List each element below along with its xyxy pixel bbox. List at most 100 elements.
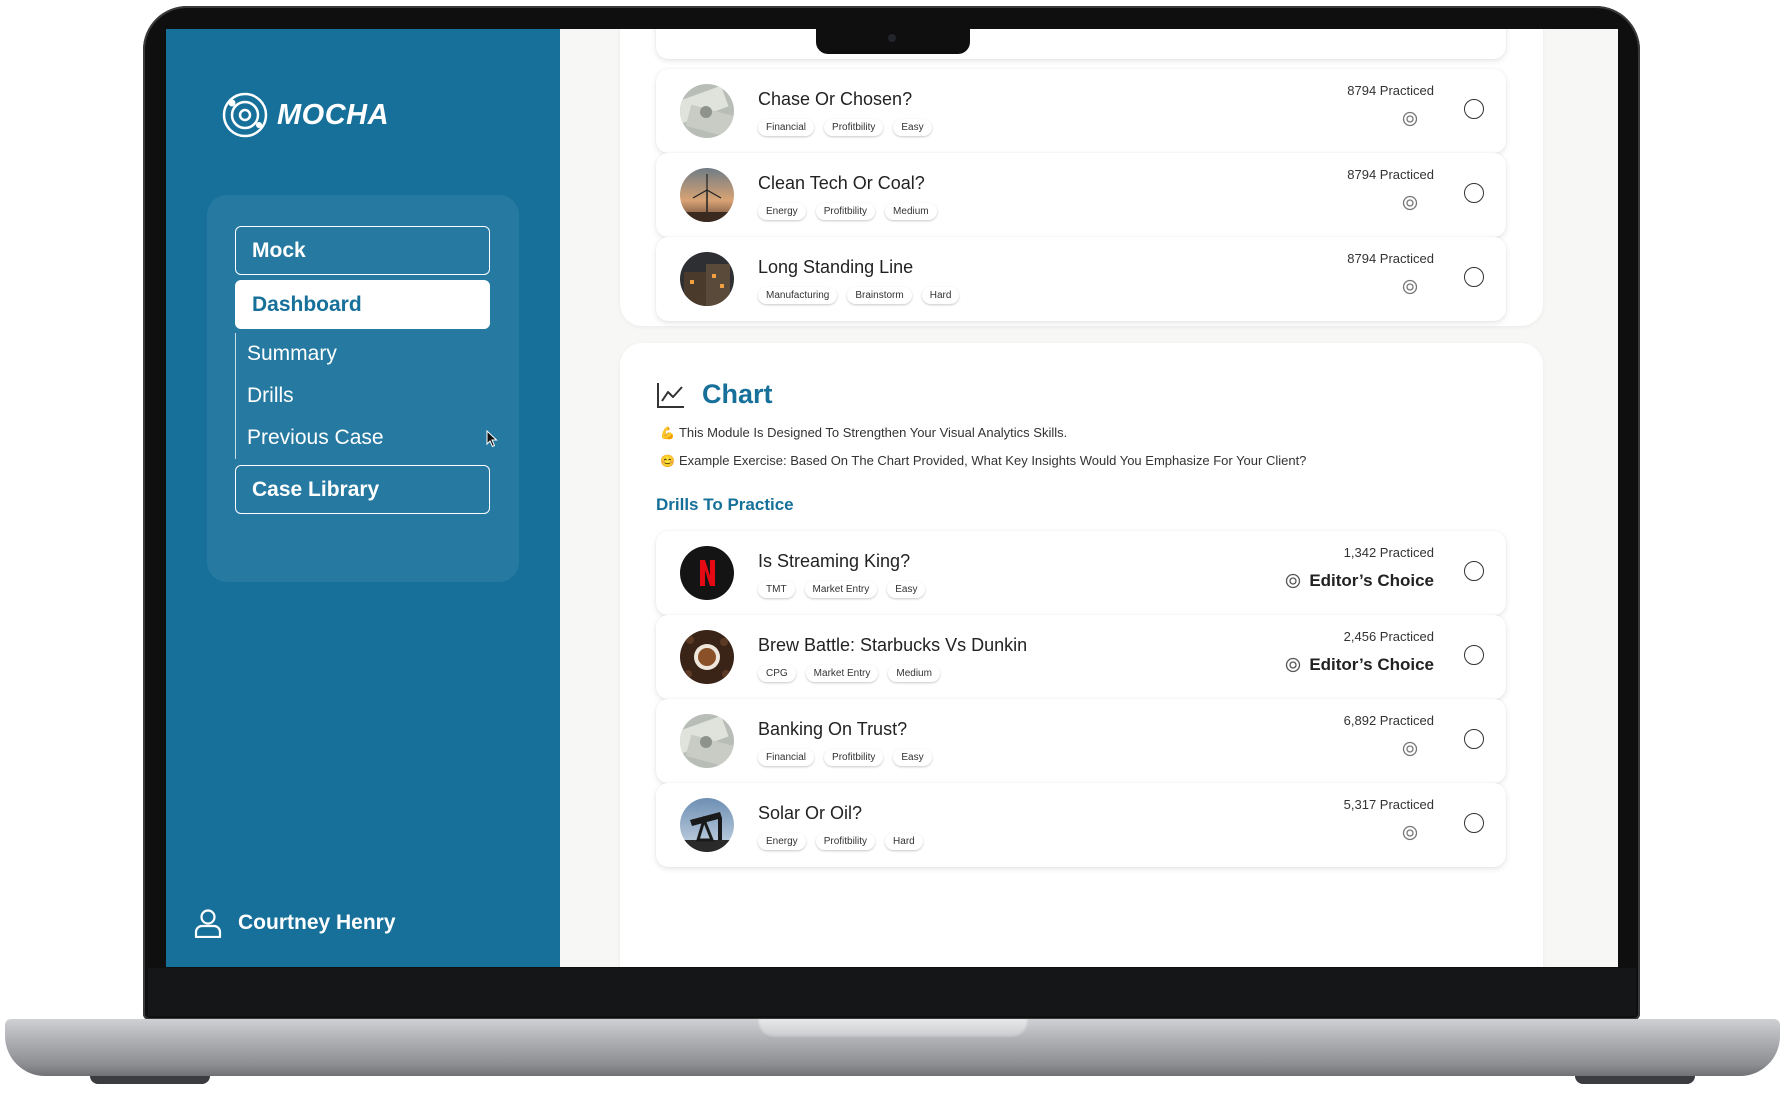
nav-case-library-button[interactable]: Case Library <box>235 465 490 514</box>
chart-section-panel: Chart 💪 This Module Is Designed To Stren… <box>620 343 1543 967</box>
drill-title[interactable]: Is Streaming King? <box>758 551 910 572</box>
badge-icon <box>1402 825 1418 841</box>
user-icon <box>194 909 222 938</box>
drill-tag: TMT <box>758 581 795 598</box>
complete-radio[interactable] <box>1464 813 1484 833</box>
nav-panel: Mock Dashboard Summary Drills Previous C… <box>207 195 519 582</box>
drill-tags: TMT Market Entry Easy <box>758 581 926 598</box>
previous-section-panel: Chase Or Chosen? Financial Profitbility … <box>620 29 1543 326</box>
mouse-cursor-icon <box>486 430 498 448</box>
complete-radio[interactable] <box>1464 267 1484 287</box>
drill-card[interactable]: Clean Tech Or Coal? Energy Profitbility … <box>656 153 1506 237</box>
drills-heading: Drills To Practice <box>656 495 794 514</box>
drill-tag: Brainstorm <box>847 287 912 304</box>
subnav-drills[interactable]: Drills <box>236 375 490 417</box>
badge-icon <box>1402 279 1418 295</box>
editors-choice-badge: Editor’s Choice <box>1285 571 1434 591</box>
laptop-foot <box>90 1076 210 1084</box>
badge-icon <box>1402 111 1418 127</box>
complete-radio[interactable] <box>1464 99 1484 119</box>
drill-tag: Profitbility <box>824 119 884 136</box>
drill-tag: Profitbility <box>815 203 876 220</box>
laptop-base-notch <box>758 1019 1028 1039</box>
brand-name: MOCHA <box>277 98 390 131</box>
complete-radio[interactable] <box>1464 645 1484 665</box>
drill-card[interactable]: Brew Battle: Starbucks Vs Dunkin CPG Mar… <box>656 615 1506 699</box>
camera <box>888 34 896 42</box>
drill-title[interactable]: Chase Or Chosen? <box>758 89 912 110</box>
drill-title[interactable]: Long Standing Line <box>758 257 913 278</box>
coffee-image <box>680 630 734 684</box>
drill-card[interactable]: Chase Or Chosen? Financial Profitbility … <box>656 69 1506 153</box>
brand[interactable]: MOCHA <box>221 91 389 139</box>
sidebar: MOCHA Mock Dashboard Summary Drills Prev… <box>166 29 560 967</box>
smile-icon: 😊 <box>660 453 675 468</box>
practiced-count: 8794 Practiced <box>1347 167 1434 182</box>
line-chart-icon <box>657 382 684 408</box>
subnav-summary[interactable]: Summary <box>236 333 490 375</box>
award-icon <box>1286 573 1301 589</box>
section-title: Chart <box>702 379 773 409</box>
drill-tag: Hard <box>921 287 960 304</box>
drill-title[interactable]: Clean Tech Or Coal? <box>758 173 925 194</box>
drill-card[interactable]: Solar Or Oil? Energy Profitbility Hard 5… <box>656 783 1506 867</box>
badge-icon <box>1402 741 1418 757</box>
drill-tag: Financial <box>758 749 815 766</box>
drill-title[interactable]: Brew Battle: Starbucks Vs Dunkin <box>758 635 1027 656</box>
practiced-count: 6,892 Practiced <box>1343 713 1434 728</box>
practiced-count: 2,456 Practiced <box>1343 629 1434 644</box>
dashboard-subnav: Summary Drills Previous Case <box>235 333 490 459</box>
module-description: 💪 This Module Is Designed To Strengthen … <box>660 425 1067 440</box>
drill-card[interactable]: Is Streaming King? TMT Market Entry Easy… <box>656 531 1506 615</box>
practiced-count: 5,317 Practiced <box>1343 797 1434 812</box>
drill-tags: Manufacturing Brainstorm Hard <box>758 287 960 304</box>
drill-tag: Profitbility <box>824 749 884 766</box>
drill-tags: Energy Profitbility Medium <box>758 203 937 220</box>
drill-tag: Energy <box>758 833 806 850</box>
example-text: Example Exercise: Based On The Chart Pro… <box>678 453 1307 468</box>
drill-tags: Financial Profitbility Easy <box>758 749 932 766</box>
money-image <box>680 84 734 138</box>
camera-notch <box>816 28 970 54</box>
drill-tag: Medium <box>888 665 940 682</box>
main-content: Chase Or Chosen? Financial Profitbility … <box>560 29 1618 967</box>
drill-tags: Energy Profitbility Hard <box>758 833 923 850</box>
flexed-biceps-icon: 💪 <box>660 425 675 440</box>
complete-radio[interactable] <box>1464 183 1484 203</box>
drill-card[interactable]: Banking On Trust? Financial Profitbility… <box>656 699 1506 783</box>
windmill-image <box>680 168 734 222</box>
money-image <box>680 714 734 768</box>
editors-choice-label: Editor’s Choice <box>1309 655 1434 674</box>
complete-radio[interactable] <box>1464 561 1484 581</box>
factory-image <box>680 252 734 306</box>
drill-tags: Financial Profitbility Easy <box>758 119 932 136</box>
nav-dashboard-button[interactable]: Dashboard <box>235 280 490 329</box>
drill-tag: Market Entry <box>805 665 879 682</box>
nav-mock-button[interactable]: Mock <box>235 226 490 275</box>
drill-tag: Medium <box>885 203 937 220</box>
drill-card[interactable]: Long Standing Line Manufacturing Brainst… <box>656 237 1506 321</box>
drill-tag: Hard <box>885 833 923 850</box>
complete-radio[interactable] <box>1464 729 1484 749</box>
subnav-previous-case[interactable]: Previous Case <box>236 417 490 459</box>
screen: MOCHA Mock Dashboard Summary Drills Prev… <box>166 29 1618 967</box>
drill-title[interactable]: Banking On Trust? <box>758 719 907 740</box>
netflix-logo <box>680 546 734 600</box>
drill-tag: Easy <box>887 581 926 598</box>
award-icon <box>1286 657 1301 673</box>
description-text: This Module Is Designed To Strengthen Yo… <box>678 425 1068 440</box>
drill-tag: Market Entry <box>804 581 878 598</box>
drill-title[interactable]: Solar Or Oil? <box>758 803 862 824</box>
drill-tag: Manufacturing <box>758 287 838 304</box>
practiced-count: 8794 Practiced <box>1347 251 1434 266</box>
drill-tag: Easy <box>893 119 932 136</box>
drill-tag: Energy <box>758 203 806 220</box>
user-name: Courtney Henry <box>238 911 396 934</box>
drill-tag: Easy <box>893 749 932 766</box>
drill-card[interactable] <box>656 29 1506 59</box>
practiced-count: 1,342 Practiced <box>1343 545 1434 560</box>
user-profile[interactable]: Courtney Henry <box>194 908 396 938</box>
editors-choice-badge: Editor’s Choice <box>1285 655 1434 675</box>
drill-tag: Profitbility <box>815 833 876 850</box>
laptop-chin <box>148 968 1636 1016</box>
